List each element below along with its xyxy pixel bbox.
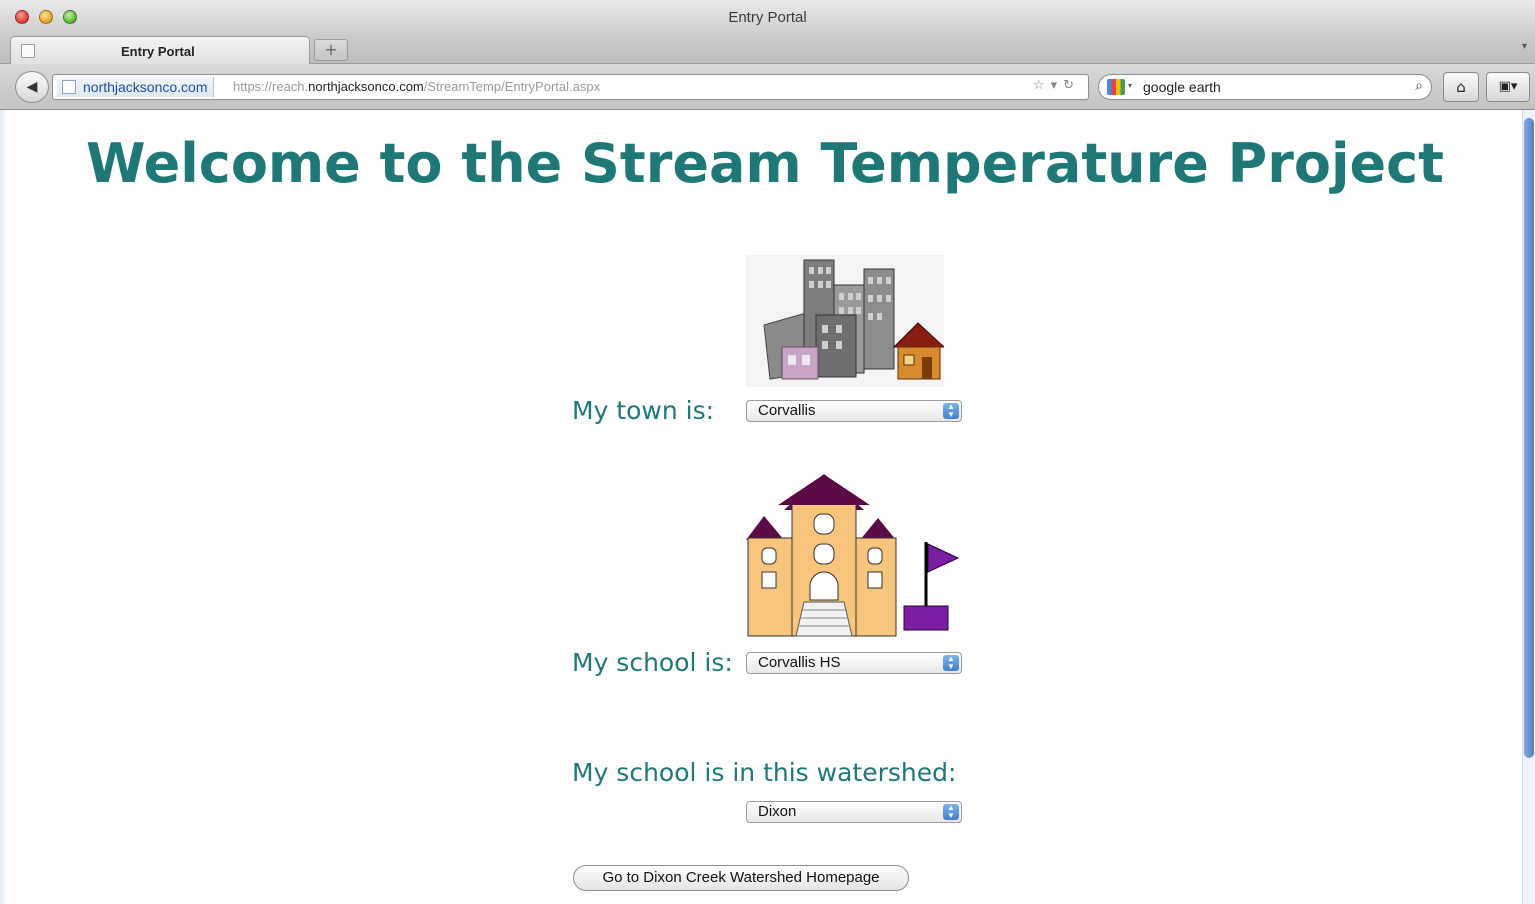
site-identity-icon [62,80,76,94]
tab-entry-portal[interactable]: Entry Portal [10,36,310,64]
search-input[interactable]: google earth [1143,79,1221,95]
watershed-select[interactable]: Dixon ▲ ▼ [746,801,962,823]
go-to-watershed-homepage-button[interactable]: Go to Dixon Creek Watershed Homepage [573,865,909,891]
url-text[interactable]: https://reach.northjacksonco.com/StreamT… [233,79,600,94]
page-favicon-icon [21,44,35,58]
search-bar[interactable]: ▾ google earth ⌕ [1098,74,1432,100]
town-label: My town is: [572,396,715,425]
tools-button[interactable]: ▣▾ [1486,72,1530,102]
search-icon[interactable]: ⌕ [1415,78,1423,94]
address-bar[interactable]: northjacksonco.com https://reach.northja… [52,74,1089,100]
address-bar-actions: ☆▾↻ [1033,78,1080,93]
school-select[interactable]: Corvallis HS ▲ ▼ [746,652,962,674]
url-path: /StreamTemp/EntryPortal.aspx [423,79,601,94]
engine-dropdown-icon[interactable]: ▾ [1128,81,1132,90]
new-tab-button[interactable]: + [314,39,348,61]
bookmark-star-icon[interactable]: ☆ [1033,78,1051,93]
site-identity-label: northjacksonco.com [83,79,208,95]
url-host: northjacksonco.com [308,79,424,94]
scrollbar-thumb[interactable] [1524,118,1534,758]
watershed-label: My school is in this watershed: [572,758,957,787]
home-icon: ⌂ [1456,78,1466,96]
window-title: Entry Portal [728,9,807,26]
city-buildings-image [746,255,944,387]
town-select-value: Corvallis [758,402,816,419]
tools-icon: ▣▾ [1498,79,1518,94]
url-prefix: https://reach. [233,79,309,94]
navigation-toolbar: ◀ northjacksonco.com https://reach.north… [0,64,1535,110]
school-label: My school is: [572,648,733,677]
tab-label: Entry Portal [121,44,195,59]
school-select-value: Corvallis HS [758,654,841,671]
reload-icon[interactable]: ↻ [1063,78,1080,93]
dropdown-arrows-icon: ▲ ▼ [943,403,959,419]
google-engine-icon[interactable] [1107,79,1125,95]
page-title: Welcome to the Stream Temperature Projec… [86,132,1444,195]
back-button[interactable]: ◀ [15,71,49,103]
town-select[interactable]: Corvallis ▲ ▼ [746,400,962,422]
tab-list-chevron-icon[interactable]: ▾ [1522,41,1527,52]
school-building-image [746,474,960,637]
dropdown-arrows-icon: ▲ ▼ [943,655,959,671]
page-edge [0,110,7,904]
site-identity-button[interactable]: northjacksonco.com [57,77,214,97]
window-titlebar: Entry Portal [0,0,1535,34]
back-arrow-icon: ◀ [26,79,38,95]
tab-strip: Entry Portal + ▾ [0,34,1535,64]
history-dropdown-icon[interactable]: ▾ [1051,78,1064,93]
dropdown-arrows-icon: ▲ ▼ [943,804,959,820]
home-button[interactable]: ⌂ [1443,72,1479,102]
watershed-select-value: Dixon [758,803,797,820]
